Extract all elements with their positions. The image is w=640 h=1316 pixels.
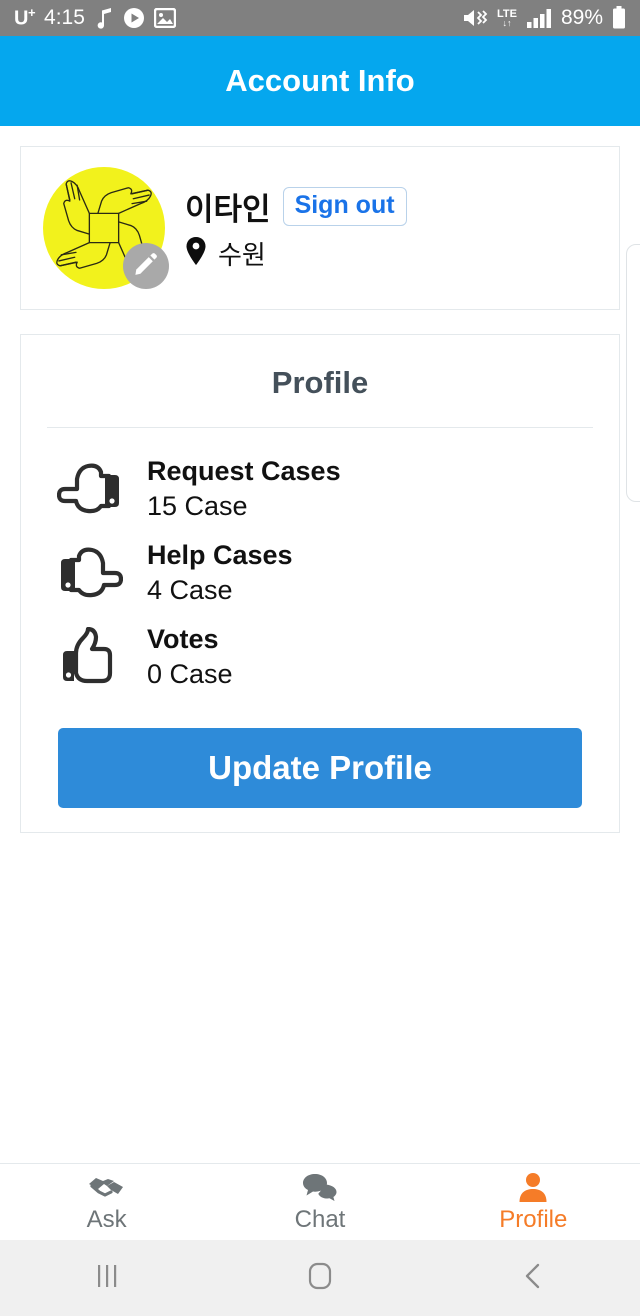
- stat-value: 4 Case: [147, 575, 233, 605]
- pencil-icon: [133, 251, 159, 282]
- back-chevron-icon: [521, 1262, 545, 1295]
- hand-point-right-icon: [55, 536, 125, 610]
- sign-out-button[interactable]: Sign out: [282, 187, 407, 226]
- update-profile-button[interactable]: Update Profile: [58, 728, 582, 808]
- avatar[interactable]: [43, 167, 169, 289]
- android-status-bar: U+ 4:15 LTE ↓↑ 89%: [0, 0, 640, 36]
- name-row: 이타인 Sign out: [185, 184, 407, 229]
- list-item: Request Cases 15 Case: [21, 452, 619, 536]
- profile-stats-list: Request Cases 15 Case Help Cases 4 Case …: [21, 428, 619, 704]
- home-icon: [306, 1262, 334, 1295]
- location-row: 수원: [185, 235, 407, 272]
- user-name: 이타인: [185, 192, 271, 227]
- edit-avatar-button[interactable]: [123, 243, 169, 289]
- tab-chat[interactable]: Chat: [213, 1164, 426, 1240]
- tab-label: Profile: [499, 1206, 568, 1233]
- recents-icon: [93, 1263, 121, 1294]
- stat-value: 15 Case: [147, 491, 248, 521]
- map-pin-icon: [185, 236, 207, 271]
- tab-label: Chat: [294, 1206, 346, 1233]
- carrier-label: U+: [14, 5, 36, 30]
- music-note-icon: [94, 7, 114, 29]
- app-header: Account Info: [0, 36, 640, 126]
- stat-value: 0 Case: [147, 659, 233, 689]
- battery-percent-label: 89%: [560, 6, 603, 29]
- image-icon: [153, 8, 176, 28]
- android-nav-bar: [0, 1240, 640, 1316]
- list-item: Help Cases 4 Case: [21, 536, 619, 620]
- page-content: 이타인 Sign out 수원 Profile Request Cases 15…: [0, 126, 640, 1164]
- page-title: Account Info: [225, 63, 415, 98]
- battery-icon: [612, 6, 626, 30]
- list-item: Votes 0 Case: [21, 620, 619, 704]
- stat-label: Votes: [147, 623, 219, 654]
- lte-icon: LTE ↓↑: [497, 7, 517, 28]
- home-button[interactable]: [213, 1240, 426, 1316]
- tab-ask[interactable]: Ask: [0, 1164, 213, 1240]
- stat-text: Help Cases 4 Case: [147, 538, 293, 608]
- status-bar-right: LTE ↓↑ 89%: [462, 6, 626, 30]
- status-clock: 4:15: [44, 6, 85, 29]
- hand-point-left-icon: [55, 452, 125, 526]
- play-circle-icon: [123, 7, 145, 29]
- tab-profile[interactable]: Profile: [427, 1164, 640, 1240]
- signal-bars-icon: [526, 7, 552, 29]
- status-bar-left: U+ 4:15: [14, 5, 176, 31]
- tab-label: Ask: [86, 1206, 127, 1233]
- account-info: 이타인 Sign out 수원: [185, 184, 407, 272]
- profile-card: Profile Request Cases 15 Case Help Cases…: [20, 334, 620, 833]
- location-label: 수원: [218, 240, 266, 270]
- profile-heading: Profile: [271, 365, 369, 400]
- back-button[interactable]: [427, 1240, 640, 1316]
- recents-button[interactable]: [0, 1240, 213, 1316]
- offscreen-card-edge: [626, 244, 640, 502]
- account-card: 이타인 Sign out 수원: [20, 146, 620, 310]
- chat-bubbles-icon: [301, 1170, 339, 1204]
- bottom-tab-bar: Ask Chat Profile: [0, 1163, 640, 1240]
- handshake-icon: [87, 1170, 127, 1204]
- stat-label: Help Cases: [147, 539, 293, 570]
- thumbs-up-icon: [55, 620, 125, 694]
- stat-label: Request Cases: [147, 455, 341, 486]
- person-icon: [517, 1170, 549, 1204]
- mute-icon: [462, 7, 488, 29]
- stat-text: Request Cases 15 Case: [147, 454, 341, 524]
- stat-text: Votes 0 Case: [147, 622, 233, 692]
